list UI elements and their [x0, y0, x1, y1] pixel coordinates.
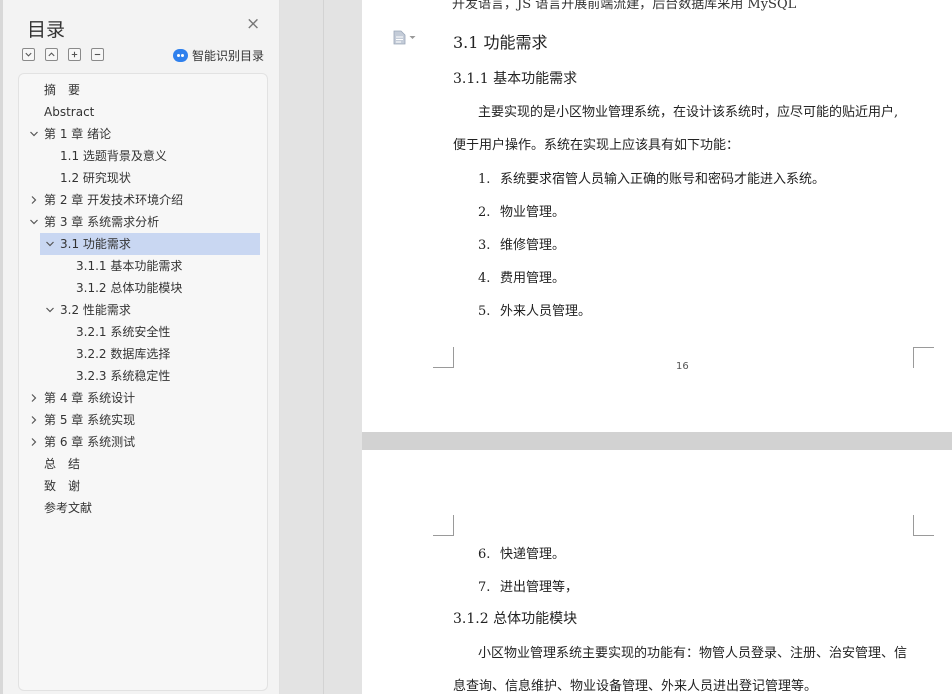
toc-item-references[interactable]: 参考文献: [44, 497, 92, 519]
list-item: 5. 外来人员管理。: [478, 300, 591, 319]
plus-icon[interactable]: [68, 48, 81, 61]
list-number: 4.: [478, 271, 491, 286]
toc-item-label: 总 结: [44, 457, 81, 471]
list-number: 6.: [478, 547, 491, 562]
document-icon: [393, 30, 406, 45]
chevron-right-icon[interactable]: [28, 189, 40, 211]
toc-item-3-2-2[interactable]: 3.2.2 数据库选择: [76, 343, 170, 365]
toc-item-3-1-2[interactable]: 3.1.2 总体功能模块: [76, 277, 182, 299]
toc-item-3-2[interactable]: 3.2 性能需求: [44, 299, 131, 321]
toc-item-label: Abstract: [44, 105, 95, 119]
ai-robot-icon: [173, 49, 188, 62]
sidebar-edge: [0, 0, 3, 694]
toc-item-chapter-1[interactable]: 第 1 章 绪论: [28, 123, 111, 145]
toc-item-thanks[interactable]: 致 谢: [44, 475, 80, 497]
cut-off-text-line: 开发语言，JS 语言开展前端流建，后台数据库采用 MySQL: [452, 0, 797, 12]
margin-crop-mark: [433, 515, 454, 536]
chevron-down-icon[interactable]: [28, 123, 40, 145]
toc-item-chapter-2[interactable]: 第 2 章 开发技术环境介绍: [28, 189, 183, 211]
list-number: 7.: [478, 580, 491, 595]
toc-item-label: 1.1 选题背景及意义: [60, 149, 167, 163]
toc-item-chapter-4[interactable]: 第 4 章 系统设计: [28, 387, 135, 409]
toc-item-label: 致 谢: [44, 479, 81, 493]
toc-toolbar: [22, 48, 104, 61]
paragraph-line: 便于用户操作。系统在实现上应该具有如下功能：: [453, 138, 740, 153]
toc-item-label: 3.2.1 系统安全性: [76, 325, 171, 339]
caret-down-icon: [409, 36, 416, 39]
list-number: 3.: [478, 238, 491, 253]
toc-item-label: 3.2 性能需求: [60, 303, 131, 317]
subsection-heading: 3.1.2 总体功能模块: [453, 611, 578, 627]
list-text: 物业管理。: [500, 205, 566, 220]
toc-item-abstract-cn[interactable]: 摘 要: [44, 79, 80, 101]
chevron-right-icon[interactable]: [28, 387, 40, 409]
toc-item-chapter-3[interactable]: 第 3 章 系统需求分析: [28, 211, 159, 233]
list-item: 1. 系统要求宿管人员输入正确的账号和密码才能进入系统。: [478, 168, 825, 187]
list-text: 系统要求宿管人员输入正确的账号和密码才能进入系统。: [500, 172, 826, 187]
paragraph-menu-button[interactable]: [393, 30, 416, 45]
subsection-heading: 3.1.1 基本功能需求: [453, 71, 578, 87]
toc-item-3-2-3[interactable]: 3.2.3 系统稳定性: [76, 365, 170, 387]
section-heading: 3.1 功能需求: [453, 33, 548, 52]
expand-up-icon[interactable]: [45, 48, 58, 61]
close-icon[interactable]: ×: [246, 16, 260, 33]
sidebar-title: 目录: [27, 19, 66, 41]
toc-item-label: 3.2.3 系统稳定性: [76, 369, 171, 383]
list-item: 6. 快递管理。: [478, 543, 565, 562]
smart-toc-button[interactable]: 智能识别目录: [173, 47, 264, 64]
collapse-all-icon[interactable]: [22, 48, 35, 61]
list-item: 2. 物业管理。: [478, 201, 565, 220]
toc-item-1-1[interactable]: 1.1 选题背景及意义: [60, 145, 167, 167]
chevron-right-icon[interactable]: [28, 409, 40, 431]
paragraph-line: 主要实现的是小区物业管理系统，在设计该系统时，应尽可能的贴近用户,: [478, 105, 899, 120]
toc-item-label: 3.2.2 数据库选择: [76, 347, 171, 361]
divider: [323, 0, 324, 694]
toc-item-label: 第 5 章 系统实现: [44, 413, 136, 427]
list-item: 4. 费用管理。: [478, 267, 565, 286]
list-number: 5.: [478, 304, 491, 319]
list-text: 外来人员管理。: [500, 304, 592, 319]
toc-item-chapter-5[interactable]: 第 5 章 系统实现: [28, 409, 135, 431]
toc-item-label: 3.1 功能需求: [60, 237, 131, 251]
toc-item-summary[interactable]: 总 结: [44, 453, 80, 475]
list-item: 7. 进出管理等，: [478, 576, 578, 595]
list-item: 3. 维修管理。: [478, 234, 565, 253]
margin-crop-mark: [913, 347, 934, 368]
toc-item-3-2-1[interactable]: 3.2.1 系统安全性: [76, 321, 170, 343]
list-number: 2.: [478, 205, 491, 220]
toc-item-label: 1.2 研究现状: [60, 171, 131, 185]
minus-icon[interactable]: [91, 48, 104, 61]
toc-item-label: 3.1.1 基本功能需求: [76, 259, 183, 273]
chevron-down-icon[interactable]: [44, 299, 56, 321]
sidebar-gutter: [280, 0, 360, 694]
margin-crop-mark: [913, 515, 934, 536]
page-break-gap: [362, 432, 952, 450]
toc-item-label: 摘 要: [44, 83, 81, 97]
list-text: 费用管理。: [500, 271, 566, 286]
toc-item-label: 第 2 章 开发技术环境介绍: [44, 193, 184, 207]
toc-item-label: 第 4 章 系统设计: [44, 391, 136, 405]
list-text: 维修管理。: [500, 238, 566, 253]
smart-toc-label: 智能识别目录: [192, 49, 265, 63]
toc-item-abstract-en[interactable]: Abstract: [44, 101, 94, 123]
chevron-right-icon[interactable]: [28, 431, 40, 453]
toc-item-label: 第 1 章 绪论: [44, 127, 112, 141]
toc-item-label: 3.1.2 总体功能模块: [76, 281, 183, 295]
list-text: 进出管理等，: [500, 580, 579, 595]
toc-item-3-1-1[interactable]: 3.1.1 基本功能需求: [76, 255, 182, 277]
toc-item-3-1-selected[interactable]: 3.1 功能需求: [40, 233, 260, 255]
chevron-down-icon[interactable]: [28, 211, 40, 233]
toc-item-chapter-6[interactable]: 第 6 章 系统测试: [28, 431, 135, 453]
paragraph-line: 小区物业管理系统主要实现的功能有：物管人员登录、注册、治安管理、信: [478, 646, 908, 661]
page-number: 16: [676, 361, 689, 372]
toc-item-label: 参考文献: [44, 501, 93, 515]
toc-item-label: 第 6 章 系统测试: [44, 435, 136, 449]
paragraph-line: 息查询、信息维护、物业设备管理、外来人员进出登记管理等。: [453, 679, 818, 694]
toc-item-1-2[interactable]: 1.2 研究现状: [60, 167, 131, 189]
chevron-down-icon[interactable]: [44, 233, 56, 255]
list-number: 1.: [478, 172, 491, 187]
toc-item-label: 第 3 章 系统需求分析: [44, 215, 160, 229]
list-text: 快递管理。: [500, 547, 566, 562]
margin-crop-mark: [433, 347, 454, 368]
